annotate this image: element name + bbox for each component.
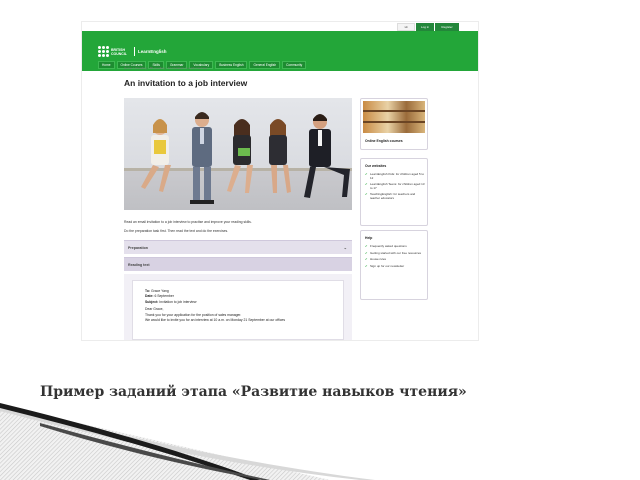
- reading-text-label: Reading text: [128, 262, 150, 267]
- intro-text-1: Read an email invitation to a job interv…: [124, 220, 252, 224]
- our-websites-card: Our websites ✔ LearnEnglish Kids: for chi…: [360, 158, 428, 226]
- check-icon: ✔: [365, 250, 368, 255]
- chevron-down-icon: ⌄: [343, 245, 347, 250]
- check-icon: ✔: [365, 192, 368, 197]
- login-button[interactable]: Log in: [416, 23, 434, 31]
- brand-council-text: BRITISH COUNCIL: [111, 47, 127, 56]
- help-link-newsletter[interactable]: ✔ Sign up for our newsletter: [365, 263, 425, 269]
- website-link-teens[interactable]: ✔ LearnEnglish Teens: for children aged 1…: [365, 182, 425, 190]
- check-icon: ✔: [365, 257, 368, 262]
- courses-image: [363, 101, 425, 133]
- breadcrumb[interactable]: Home > Reading > B1 reading > An invitat…: [124, 66, 207, 70]
- websites-list: ✔ LearnEnglish Kids: for children aged 5 …: [365, 172, 425, 204]
- to-label: To:: [145, 289, 151, 293]
- page-title: An invitation to a job interview: [124, 78, 248, 88]
- help-card: Help ✔ Frequently asked questions ✔ Gettin…: [360, 230, 428, 300]
- subject-value: Invitation to job interview: [159, 299, 197, 304]
- help-title: Help: [365, 236, 373, 240]
- website-link-kids[interactable]: ✔ LearnEnglish Kids: for children aged 5 …: [365, 172, 425, 180]
- help-link-getting-started[interactable]: ✔ Getting started with our free resources: [365, 250, 425, 256]
- preparation-label: Preparation: [128, 245, 148, 250]
- date-label: Date:: [145, 294, 154, 299]
- job-interview-photo: [124, 98, 352, 210]
- nav-business-english[interactable]: Business English: [215, 61, 248, 69]
- to-value: Grace Yang: [150, 289, 169, 293]
- reading-text-accordion[interactable]: Reading text: [124, 257, 352, 271]
- candidates-illustration: [124, 112, 352, 204]
- logo-dots-icon: [98, 46, 109, 57]
- british-council-logo[interactable]: BRITISH COUNCIL LearnEnglish: [98, 46, 167, 57]
- reading-text-panel: To: Grace Yang Date: 6 September Subject…: [124, 274, 352, 340]
- site-header: BRITISH COUNCIL LearnEnglish Home Online…: [82, 31, 478, 71]
- date-value: 6 September: [154, 294, 174, 299]
- email-letter: To: Grace Yang Date: 6 September Subject…: [132, 280, 344, 340]
- letter-line-2: We would like to invite you for an inter…: [145, 318, 286, 323]
- help-list: ✔ Frequently asked questions ✔ Getting sta…: [365, 244, 425, 271]
- nav-home[interactable]: Home: [98, 61, 115, 69]
- decorative-brush-strokes: [0, 403, 375, 480]
- register-button[interactable]: Register: [435, 23, 459, 31]
- greeting-button[interactable]: Hi: [397, 23, 415, 31]
- check-icon: ✔: [365, 182, 368, 187]
- online-courses-card[interactable]: Online English courses: [360, 98, 428, 150]
- online-courses-title: Online English courses: [365, 139, 403, 143]
- nav-general-english[interactable]: General English: [249, 61, 281, 69]
- preparation-accordion[interactable]: Preparation ⌄: [124, 240, 352, 254]
- webpage-screenshot: Hi Log in Register BRITISH COUNCIL Learn…: [82, 22, 478, 340]
- website-link-teaching[interactable]: ✔ TeachingEnglish: for teachers and teach…: [365, 193, 425, 200]
- check-icon: ✔: [365, 172, 368, 176]
- nav-community[interactable]: Community: [282, 61, 307, 69]
- subject-label: Subject:: [145, 299, 159, 304]
- our-websites-title: Our websites: [365, 164, 387, 168]
- help-link-house-rules[interactable]: ✔ House rules: [365, 257, 425, 262]
- intro-text-2: Do the preparation task first. Then read…: [124, 229, 229, 233]
- check-icon: ✔: [365, 244, 368, 248]
- brand-site-name: LearnEnglish: [138, 49, 167, 54]
- logo-divider: [134, 47, 135, 56]
- check-icon: ✔: [365, 263, 368, 268]
- top-utility-bar: Hi Log in Register: [82, 22, 478, 31]
- help-link-faq[interactable]: ✔ Frequently asked questions: [365, 244, 425, 249]
